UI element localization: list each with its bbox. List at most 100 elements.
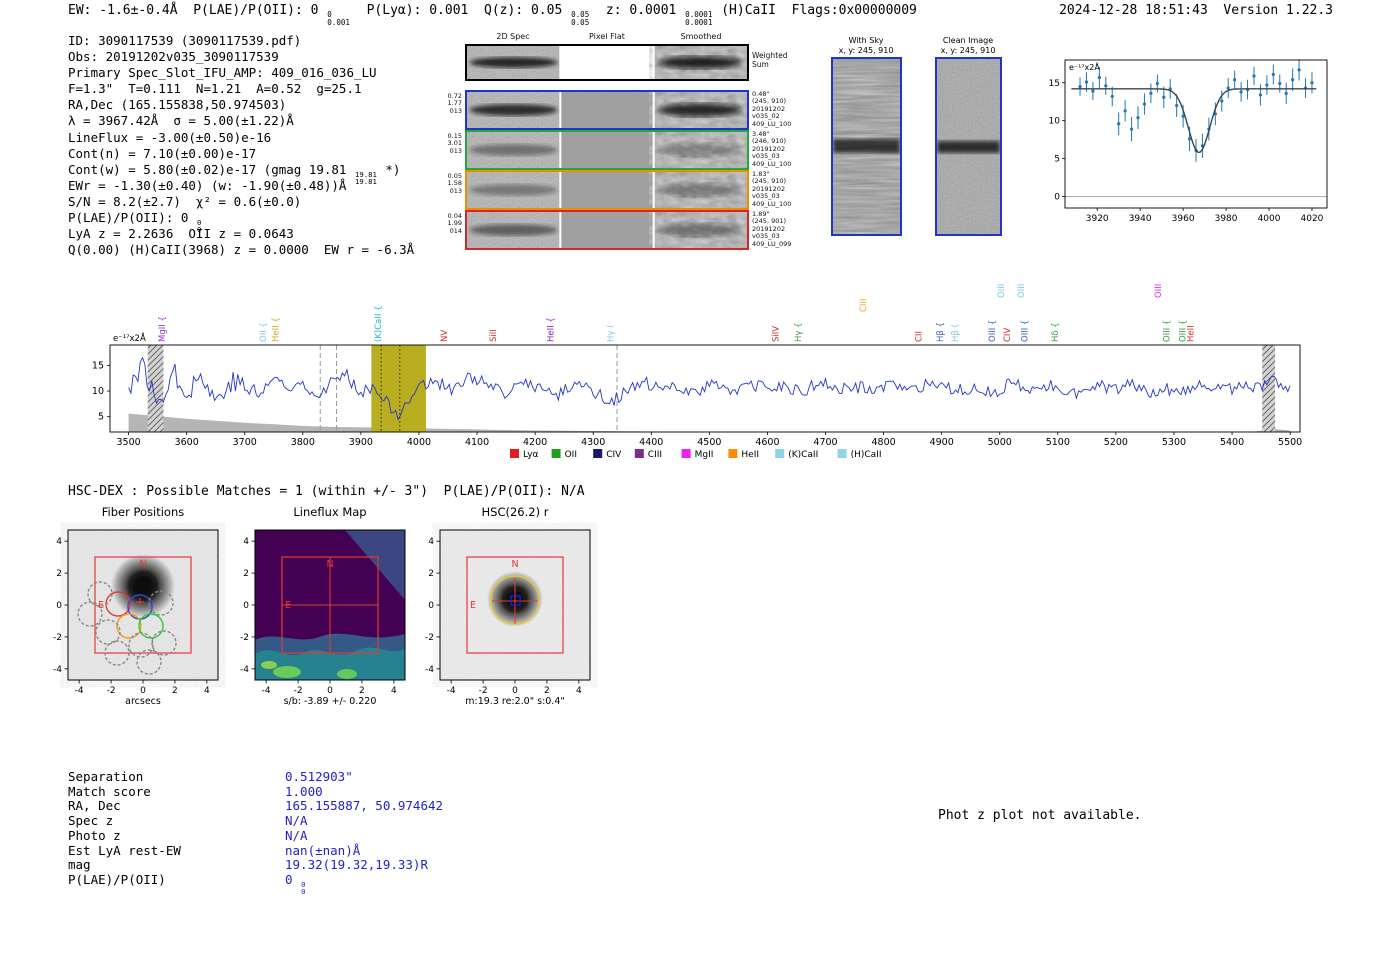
emission-line-label: NV [440, 330, 450, 342]
y-tick-label: -4 [425, 665, 434, 675]
cutout-xlabel-arcsecs: arcsecs [125, 696, 161, 707]
spec2d-row [465, 90, 749, 130]
svg-text:15: 15 [1049, 79, 1060, 89]
emission-line-label: (K)CaII { [374, 306, 384, 342]
svg-text:3600: 3600 [175, 437, 199, 448]
svg-text:15: 15 [92, 360, 104, 371]
masked-region [1262, 345, 1276, 432]
cutout-xlabel-sb: s/b: -3.89 +/- 0.220 [283, 696, 377, 707]
legend-label: (H)CaII [851, 450, 882, 460]
emission-line-label: CIII [859, 299, 869, 312]
cutout-title-fiber-positions: Fiber Positions [101, 505, 185, 519]
info-line: Q(0.00) (H)CaII(3968) z = 0.0000 EW r = … [68, 242, 415, 258]
spectrum-ylabel: e⁻¹⁷x2Å [113, 332, 146, 344]
north-label: N [511, 559, 518, 570]
legend-label: MgII [695, 450, 714, 460]
match-row: Spec z N/A [68, 813, 308, 829]
info-line: ID: 3090117539 (3090117539.pdf) [68, 33, 302, 48]
emission-line-label: Hγ ( [607, 325, 617, 342]
svg-text:3920: 3920 [1086, 214, 1109, 224]
x-tick-label: -4 [447, 686, 456, 696]
y-tick-label: -2 [240, 633, 249, 643]
svg-text:4700: 4700 [813, 437, 837, 448]
svg-text:4020: 4020 [1301, 214, 1324, 224]
x-tick-label: -4 [262, 686, 271, 696]
x-tick-label: 4 [204, 686, 210, 696]
col-header-smoothed: Smoothed [680, 32, 722, 41]
emission-line-label: CIV [1003, 328, 1013, 342]
detection-info-block: ID: 3090117539 (3090117539.pdf) Obs: 2019… [68, 33, 414, 258]
svg-text:5100: 5100 [1046, 437, 1070, 448]
east-label: E [98, 600, 104, 611]
svg-text:4900: 4900 [930, 437, 954, 448]
svg-text:4100: 4100 [465, 437, 489, 448]
emission-line-label: HeII { [271, 317, 281, 342]
y-tick-label: 0 [428, 601, 434, 611]
legend-label: HeII [741, 450, 759, 460]
with-sky-title: With Sky [848, 36, 884, 45]
spec2d-row-left-labels: 0.05 1.58 013 [447, 172, 462, 195]
legend-swatch [551, 449, 561, 458]
info-line: S/N = 8.2(±2.7) χ² = 0.6(±0.0) [68, 193, 302, 209]
legend-label: Lyα [523, 450, 539, 460]
spec2d-row-right-labels: 0.48" (245, 910) 20191202 v035_02 409_LU_100 [752, 90, 792, 128]
legend-swatch [681, 449, 691, 458]
svg-text:4000: 4000 [407, 437, 431, 448]
line-fit-plot: 3920 3940 3960 3980 4000 4020 0 5 10 15 e⁻¹⁷x2Å [1049, 59, 1328, 224]
emission-line-label: CII [914, 331, 924, 342]
y-tick-label: 2 [243, 569, 249, 579]
svg-text:5000: 5000 [988, 437, 1012, 448]
y-tick-label: -4 [240, 665, 249, 675]
info-line: LyA z = 2.2636 OII z = 0.0643 [68, 226, 294, 242]
y-tick-label: 0 [243, 601, 249, 611]
emission-line-label: OIII [1017, 284, 1027, 298]
spec2d-row [465, 210, 749, 250]
col-header-pixelflat: Pixel Flat [589, 32, 625, 41]
x-tick-label: -2 [294, 686, 303, 696]
spec2d-row [465, 44, 749, 81]
spectrum-legend: Lyα OII CIV CIII MgII HeII (K)CaII (H)CaII [510, 449, 882, 460]
info-line: P(LAE)/P(OII): 0 00 [68, 210, 202, 235]
x-tick-label: -2 [107, 686, 116, 696]
spec2d-row [465, 130, 749, 170]
svg-text:4300: 4300 [581, 437, 605, 448]
svg-text:3940: 3940 [1129, 214, 1152, 224]
x-tick-label: -4 [75, 686, 84, 696]
spec2d-row-left-labels: 0.72 1.77 013 [447, 92, 462, 115]
legend-swatch [593, 449, 603, 458]
info-line: LineFlux = -3.00(±0.50)e-16 [68, 129, 272, 145]
with-sky-panel [831, 57, 902, 236]
spec2d-row-right-labels: 1.89" (245, 901) 20191202 v035_03 409_LU_099 [752, 210, 792, 248]
y-tick-label: 2 [56, 569, 62, 579]
spec2d-row [465, 170, 749, 210]
match-table: Separation 0.512903" Match score 1.000 RA, D… [68, 769, 443, 895]
match-row: Est LyA rest-EW nan(±nan)Å [68, 842, 361, 858]
clean-image-title: Clean Image [942, 36, 994, 45]
info-line: F=1.3" T=0.111 N=1.21 A=0.52 g=25.1 [68, 81, 362, 97]
legend-swatch [634, 449, 644, 458]
svg-text:10: 10 [1049, 117, 1061, 127]
legend-label: OII [565, 450, 577, 460]
svg-text:4200: 4200 [523, 437, 547, 448]
svg-text:3980: 3980 [1215, 214, 1238, 224]
svg-text:3500: 3500 [116, 437, 140, 448]
svg-text:0: 0 [1054, 193, 1060, 203]
emission-line-label: Hδ { [1051, 322, 1061, 342]
emission-line-label: MgII { [158, 316, 168, 342]
lineflux-map-cutout: -4 -2 0 2 4 -4 -2 0 2 4 N E [240, 529, 406, 696]
svg-text:3960: 3960 [1172, 214, 1195, 224]
y-tick-label: 4 [243, 537, 249, 547]
east-label: E [470, 600, 476, 611]
legend-swatch [837, 449, 847, 458]
match-row: Match score 1.000 [68, 783, 323, 799]
x-tick-label: 4 [391, 686, 397, 696]
y-tick-label: -4 [53, 665, 62, 675]
y-tick-label: 0 [56, 601, 62, 611]
y-tick-label: 2 [428, 569, 434, 579]
x-tick-label: 0 [140, 686, 146, 696]
info-line: λ = 3967.42Å σ = 5.00(±1.22)Å [68, 113, 294, 129]
svg-text:5200: 5200 [1104, 437, 1128, 448]
fit-ylabel: e⁻¹⁷x2Å [1069, 61, 1100, 72]
emission-line-labels: MgII {OII {HeII {(K)CaII {NV SiII HeII {Hγ… [158, 284, 1196, 342]
legend-label: CIV [606, 450, 622, 460]
